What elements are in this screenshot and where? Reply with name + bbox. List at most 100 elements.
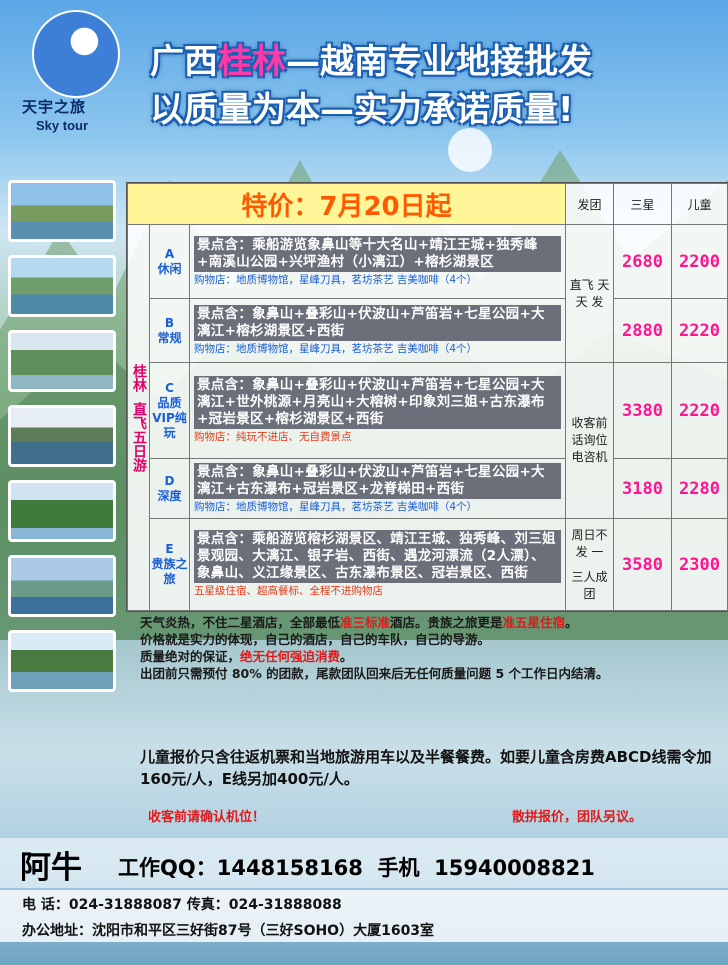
photo-mountain-field [8, 480, 116, 542]
route-d-shops: 购物店：地质博物馆，星峰刀具，茗坊茶艺 吉美咖啡（4个） [194, 500, 478, 513]
headline-vietnam-wholesale: —越南专业地接批发 [286, 42, 592, 82]
depart-no-sunday: 周日不发 一 [571, 527, 608, 559]
route-b-sights: 景点含：象鼻山+叠彩山+伏波山+芦笛岩+七星公园+大漓江+榕杉湖景区+西街 [194, 304, 562, 341]
special-price-date: 7月20日起 [319, 191, 452, 222]
route-d-code: D [164, 473, 175, 488]
route-c-type: 品质VIP纯玩 [152, 395, 187, 440]
phone-number[interactable]: 024-31888087 [69, 897, 182, 913]
route-a-type: 休闲 [157, 261, 182, 276]
headline-guilin: 桂林 [218, 42, 286, 82]
route-a-sights: 景点含：乘船游览象鼻山等十大名山+靖江王城+独秀峰+南溪山公园+兴坪渔村（小漓江… [194, 235, 562, 272]
logo-name-en: Sky tour [36, 118, 89, 133]
route-b-label: B 常规 [149, 298, 190, 363]
route-e-type: 贵族之旅 [151, 557, 188, 586]
route-c-shops: 购物店：纯玩不进店、无自费景点 [194, 431, 352, 443]
col-three-star-header: 三星 [613, 183, 673, 225]
sidebar-route: 桂林 [131, 363, 147, 392]
note-no-forced-shopping: 绝无任何强迫消费 [240, 649, 341, 664]
note-quality-end: 。 [340, 649, 353, 664]
route-e-shops: 五星级住宿、超高餐标、全程不进购物店 [194, 585, 383, 597]
mobile-label: 手机 [377, 856, 420, 880]
route-a-description: 景点含：乘船游览象鼻山等十大名山+靖江王城+独秀峰+南溪山公园+兴坪渔村（小漓江… [188, 224, 567, 299]
note-payment: 出团前只需预付 80% 的团款，尾款团队回来后无任何质量问题 5 个工作日内结清… [140, 666, 609, 681]
fax-label: 传真： [186, 897, 229, 913]
route-e-child-price: 2300 [671, 518, 728, 611]
route-e-code: E [165, 542, 174, 556]
depart-min-group: 三人成团 [571, 569, 608, 601]
phone-fax-row: 电 话：024-31888087 传真：024-31888088 [22, 894, 342, 914]
note-quality-a: 质量绝对的保证， [140, 649, 241, 664]
col-child-header: 儿童 [671, 183, 728, 225]
contact-qq-mobile: 工作QQ：1448158168 手机 15940008821 [118, 852, 595, 882]
special-price-label: 特价： [241, 191, 320, 222]
route-a-shops: 购物店：地质博物馆，星峰刀具，茗坊茶艺 吉美咖啡（4个） [194, 273, 478, 286]
bulk-price-note: 散拼报价，团队另议。 [512, 810, 643, 825]
address-row: 办公地址：沈阳市和平区三好街87号（三好SOHO）大厦1603室 [22, 920, 434, 940]
route-b-description: 景点含：象鼻山+叠彩山+伏波山+芦笛岩+七星公园+大漓江+榕杉湖景区+西街 购物… [188, 298, 567, 363]
terms-notes: 天气炎热，不住二星酒店，全部最低准三标准酒店。贵族之旅更是准五星住宿。 价格就是… [140, 614, 720, 682]
route-c-price: 3380 [613, 362, 673, 459]
qq-number[interactable]: 1448158168 [217, 856, 363, 880]
route-d-price: 3180 [613, 458, 673, 519]
logo-name-cn: 天宇之旅 [22, 98, 87, 116]
note-price-strength: 价格就是实力的体现，自己的酒店，自己的车队，自己的导游。 [140, 632, 491, 647]
route-e-description: 景点含：乘船游览榕杉湖景区、靖江王城、独秀峰、刘三姐景观园、大漓江、银子岩、西街… [188, 518, 567, 611]
route-c-code: C [165, 380, 174, 395]
photo-elephant-trunk-hill [8, 180, 116, 242]
route-b-code: B [164, 315, 175, 330]
route-b-price: 2880 [613, 298, 673, 363]
note-hotel-a: 天气炎热，不住二星酒店，全部最低 [140, 615, 341, 630]
route-e-price: 3580 [613, 518, 673, 611]
logo-emblem-icon [32, 10, 120, 98]
mobile-number[interactable]: 15940008821 [434, 856, 595, 880]
depart-confirm-seats: 收客前话询位 电咨机 [565, 362, 615, 519]
headline-line-2: 以质量为本—实力承诺质量! [150, 90, 574, 130]
sky-tour-logo: 天宇之旅 Sky tour [22, 10, 132, 133]
photo-river-bend [8, 405, 116, 467]
depart-weekday-group: 周日不发 一三人成团 [565, 518, 615, 611]
route-c-sights: 景点含：象鼻山+叠彩山+伏波山+芦笛岩+七星公园+大漓江+世外桃源+月亮山+大榕… [194, 376, 562, 429]
photo-li-river [8, 255, 116, 317]
route-d-label: D 深度 [149, 458, 190, 519]
route-d-sights: 景点含：象鼻山+叠彩山+伏波山+芦笛岩+七星公园+大漓江+古东瀑布+冠岩景区+龙… [194, 462, 562, 499]
route-b-child-price: 2220 [671, 298, 728, 363]
headline-line-1: 广西桂林—越南专业地接批发 [150, 34, 592, 83]
note-hotel-standard: 准三标准 [340, 615, 391, 630]
address-label: 办公地址： [22, 923, 92, 939]
office-address: 沈阳市和平区三好街87号（三好SOHO）大厦1603室 [92, 923, 435, 939]
sidebar-route-label: 桂林 直飞五日游 [127, 224, 150, 611]
headline-region: 广西 [150, 42, 218, 82]
col-depart-header: 发团 [565, 183, 615, 225]
sidebar-flight: 直飞五日游 [131, 401, 147, 472]
route-a-label: A 休闲 [149, 224, 190, 299]
note-hotel-c: 酒店。贵族之旅更是 [390, 615, 503, 630]
qq-label: 工作QQ： [118, 856, 217, 880]
confirm-seat-note: 收客前请确认机位！ [148, 810, 266, 825]
route-price-table: 特价：7月20日起 发团 三星 儿童 桂林 直飞五日游 A 休闲 景点含：乘船游览… [126, 182, 728, 612]
note-hotel-end: 。 [565, 615, 578, 630]
route-d-description: 景点含：象鼻山+叠彩山+伏波山+芦笛岩+七星公园+大漓江+古东瀑布+冠岩景区+龙… [188, 458, 567, 519]
route-b-type: 常规 [157, 330, 182, 345]
special-price-title: 特价：7月20日起 [126, 183, 567, 225]
route-c-label: C 品质VIP纯玩 [149, 362, 190, 459]
phone-label: 电 话： [22, 897, 69, 913]
depart-daily: 直飞 天天 发 [565, 224, 615, 363]
route-a-price: 2680 [613, 224, 673, 299]
note-hotel-five-star: 准五星住宿 [502, 615, 566, 630]
route-e-sights: 景点含：乘船游览榕杉湖景区、靖江王城、独秀峰、刘三姐景观园、大漓江、银子岩、西街… [194, 530, 562, 583]
note-quality: 质量绝对的保证，绝无任何强迫消费。 [140, 648, 720, 665]
route-e-label: E 贵族之旅 [149, 518, 190, 611]
photo-rafting [8, 555, 116, 617]
fax-number[interactable]: 024-31888088 [229, 897, 342, 913]
route-d-type: 深度 [157, 488, 182, 503]
note-hotel: 天气炎热，不住二星酒店，全部最低准三标准酒店。贵族之旅更是准五星住宿。 [140, 614, 720, 631]
photo-karst-hills [8, 330, 116, 392]
route-d-child-price: 2280 [671, 458, 728, 519]
route-c-description: 景点含：象鼻山+叠彩山+伏波山+芦笛岩+七星公园+大漓江+世外桃源+月亮山+大榕… [188, 362, 567, 459]
route-b-shops: 购物店：地质博物馆，星峰刀具，茗坊茶艺 吉美咖啡（4个） [194, 342, 478, 355]
route-a-child-price: 2200 [671, 224, 728, 299]
photo-cliff-river [8, 630, 116, 692]
contact-name: 阿牛 [20, 850, 82, 886]
route-a-code: A [164, 246, 175, 261]
photo-strip [8, 180, 118, 705]
